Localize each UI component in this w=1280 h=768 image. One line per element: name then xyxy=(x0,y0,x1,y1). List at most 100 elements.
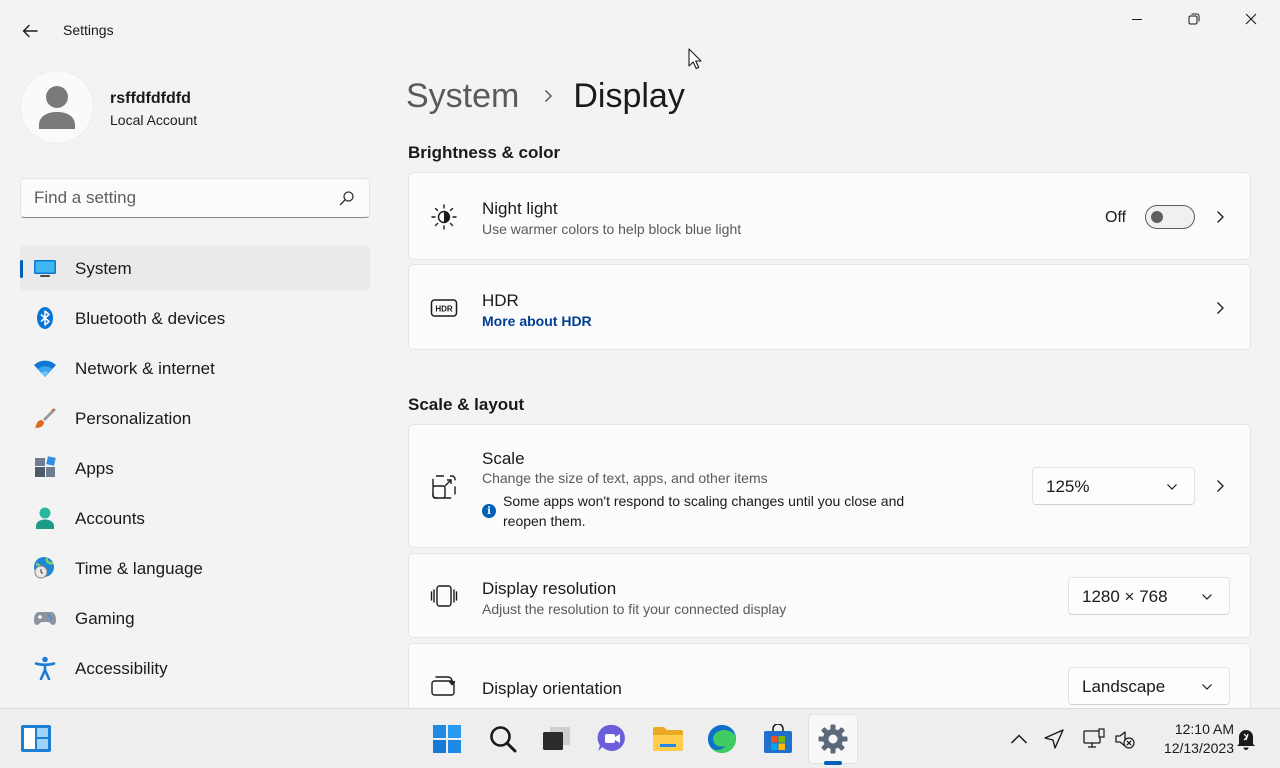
edge-button[interactable] xyxy=(706,723,738,755)
restore-button[interactable] xyxy=(1166,0,1222,38)
taskbar: 12:10 AM 12/13/2023 xyxy=(0,708,1280,768)
chat-button[interactable] xyxy=(596,723,628,755)
display-orientation-title: Display orientation xyxy=(482,679,622,698)
night-light-card[interactable]: Night light Use warmer colors to help bl… xyxy=(408,172,1251,260)
search-icon[interactable] xyxy=(339,190,355,206)
display-orientation-dropdown[interactable]: Landscape xyxy=(1068,667,1230,705)
volume-tray-button[interactable] xyxy=(1113,727,1137,751)
scale-info-line-2: reopen them. xyxy=(503,513,586,529)
search-input[interactable] xyxy=(34,187,334,209)
scale-icon xyxy=(432,475,456,499)
back-button[interactable] xyxy=(14,18,46,44)
speaker-muted-icon xyxy=(1115,731,1135,749)
sidebar-item-label: Personalization xyxy=(75,409,192,428)
monitor-icon xyxy=(34,260,56,277)
close-icon xyxy=(1245,13,1257,25)
scale-dropdown-value: 125% xyxy=(1046,477,1090,496)
chevron-up-icon xyxy=(1010,734,1028,744)
search-icon xyxy=(490,726,517,753)
profile-name: rsffdfdfdfd xyxy=(110,90,191,107)
chevron-right-icon[interactable] xyxy=(1212,478,1228,494)
sidebar-item-accessibility[interactable]: Accessibility xyxy=(20,645,370,691)
task-view-icon xyxy=(543,727,570,750)
display-resolution-dropdown-value: 1280 × 768 xyxy=(1082,587,1168,606)
scale-dropdown[interactable]: 125% xyxy=(1032,467,1195,505)
clock-time: 12:10 AM xyxy=(1174,721,1234,737)
breadcrumb-parent-link[interactable]: System xyxy=(406,77,519,116)
close-button[interactable] xyxy=(1223,0,1279,38)
sidebar-item-label: System xyxy=(75,259,132,278)
folder-icon xyxy=(653,727,683,751)
teams-chat-icon xyxy=(597,724,625,751)
chevron-down-icon xyxy=(1167,484,1177,490)
sidebar-item-network[interactable]: Network & internet xyxy=(20,345,370,391)
sidebar-item-time-language[interactable]: Time & language xyxy=(20,545,370,591)
location-tray-button[interactable] xyxy=(1042,727,1066,751)
breadcrumb: System Display xyxy=(406,74,685,118)
night-light-toggle[interactable] xyxy=(1145,205,1195,229)
app-title: Settings xyxy=(63,22,114,38)
gear-icon xyxy=(818,724,848,754)
night-light-subtitle: Use warmer colors to help block blue lig… xyxy=(482,221,742,237)
sidebar-item-system[interactable]: System xyxy=(20,245,370,291)
notifications-button[interactable] xyxy=(1234,727,1258,751)
restore-icon xyxy=(1188,13,1200,25)
taskbar-clock[interactable]: 12:10 AM 12/13/2023 xyxy=(1148,720,1234,758)
sidebar-item-accounts[interactable]: Accounts xyxy=(20,495,370,541)
sidebar-item-gaming[interactable]: Gaming xyxy=(20,595,370,641)
apps-icon xyxy=(35,456,56,477)
file-explorer-button[interactable] xyxy=(652,723,684,755)
night-light-state-label: Off xyxy=(1105,209,1127,226)
user-silhouette-icon xyxy=(39,86,75,129)
widgets-icon xyxy=(21,725,51,752)
display-resolution-card[interactable]: Display resolution Adjust the resolution… xyxy=(408,553,1251,638)
bluetooth-icon xyxy=(37,307,53,329)
section-title-brightness: Brightness & color xyxy=(408,143,561,162)
sidebar-item-label: Time & language xyxy=(75,559,203,578)
sidebar-item-bluetooth[interactable]: Bluetooth & devices xyxy=(20,295,370,341)
chevron-down-icon xyxy=(1202,594,1212,600)
wifi-icon xyxy=(34,360,56,377)
hdr-title: HDR xyxy=(482,291,519,310)
chevron-right-icon[interactable] xyxy=(1212,300,1228,316)
minimize-icon xyxy=(1132,19,1142,20)
active-app-indicator xyxy=(824,761,842,765)
minimize-button[interactable] xyxy=(1109,0,1165,38)
search-taskbar-button[interactable] xyxy=(487,723,519,755)
user-profile[interactable]: rsffdfdfdfd Local Account xyxy=(20,70,370,144)
more-about-hdr-link[interactable]: More about HDR xyxy=(482,313,592,329)
show-hidden-icons-button[interactable] xyxy=(1007,727,1031,751)
sidebar-item-label: Gaming xyxy=(75,609,135,628)
display-orientation-card[interactable]: Display orientation Landscape xyxy=(408,643,1251,709)
sidebar-nav: System Bluetooth & devices Network & int… xyxy=(20,245,370,695)
display-resolution-title: Display resolution xyxy=(482,579,617,598)
store-button[interactable] xyxy=(762,723,794,755)
sidebar-item-apps[interactable]: Apps xyxy=(20,445,370,491)
settings-taskbar-button[interactable] xyxy=(817,723,849,755)
network-tray-button[interactable] xyxy=(1082,727,1106,751)
hdr-card[interactable]: HDR HDR More about HDR xyxy=(408,264,1251,350)
task-view-button[interactable] xyxy=(541,723,573,755)
display-resolution-dropdown[interactable]: 1280 × 768 xyxy=(1068,577,1230,615)
scale-card[interactable]: Scale Change the size of text, apps, and… xyxy=(408,424,1251,548)
hdr-icon: HDR xyxy=(430,299,458,317)
notification-bell-icon xyxy=(1237,730,1255,750)
search-box[interactable] xyxy=(20,178,370,218)
page-title: Display xyxy=(573,76,685,115)
resolution-icon xyxy=(430,585,458,607)
sidebar-item-personalization[interactable]: Personalization xyxy=(20,395,370,441)
start-button[interactable] xyxy=(431,723,463,755)
sidebar-item-label: Bluetooth & devices xyxy=(75,309,226,328)
night-light-icon xyxy=(431,204,457,230)
info-icon: i xyxy=(482,504,496,518)
paintbrush-icon xyxy=(35,408,56,428)
accessibility-icon xyxy=(34,656,56,680)
chevron-right-icon[interactable] xyxy=(1212,209,1228,225)
orientation-icon xyxy=(431,676,456,696)
sidebar-item-label: Accessibility xyxy=(75,659,168,678)
sidebar-item-label: Network & internet xyxy=(75,359,215,378)
toggle-knob xyxy=(1151,211,1163,223)
chevron-right-icon xyxy=(545,89,553,103)
avatar xyxy=(20,70,94,144)
widgets-button[interactable] xyxy=(20,723,52,755)
